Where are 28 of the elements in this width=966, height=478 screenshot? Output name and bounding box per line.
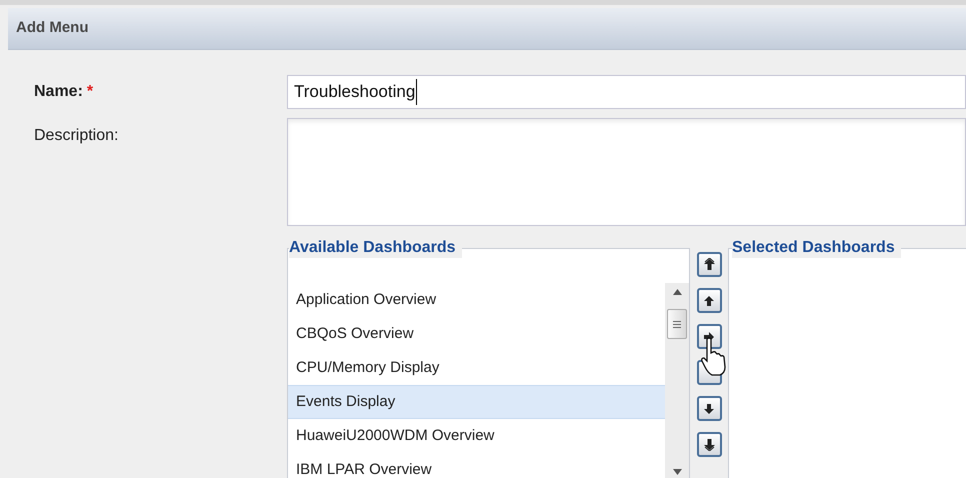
list-item[interactable]: HuaweiU2000WDM Overview (288, 419, 665, 453)
scroll-down-icon[interactable] (673, 469, 682, 475)
move-top-button[interactable] (696, 252, 722, 277)
down-arrow-icon (703, 402, 715, 414)
move-bottom-button[interactable] (696, 432, 722, 457)
double-up-arrow-icon (702, 258, 716, 271)
list-item[interactable]: CBQoS Overview (288, 317, 665, 351)
move-down-button[interactable] (696, 396, 722, 421)
available-legend: Available Dashboards (289, 238, 462, 258)
description-label: Description: (34, 127, 118, 144)
move-up-button[interactable] (696, 288, 722, 313)
list-item[interactable]: CPU/Memory Display (288, 351, 665, 385)
name-input[interactable]: Troubleshooting (287, 75, 966, 109)
list-item[interactable]: Events Display (288, 385, 665, 419)
required-mark: * (86, 82, 94, 102)
double-down-arrow-icon (702, 438, 716, 451)
up-arrow-icon (703, 294, 715, 306)
add-button[interactable] (696, 324, 722, 349)
scrollbar[interactable] (665, 283, 689, 478)
list-item[interactable]: IBM LPAR Overview (288, 453, 665, 478)
list-item[interactable]: Application Overview (288, 283, 665, 317)
description-input[interactable] (287, 118, 966, 226)
scroll-thumb[interactable] (667, 309, 687, 339)
selected-legend: Selected Dashboards (732, 238, 901, 258)
hand-cursor-icon (700, 337, 728, 377)
panel-title: Add Menu (16, 18, 88, 38)
name-label: Name: (34, 82, 83, 102)
scroll-up-icon[interactable] (673, 289, 682, 295)
